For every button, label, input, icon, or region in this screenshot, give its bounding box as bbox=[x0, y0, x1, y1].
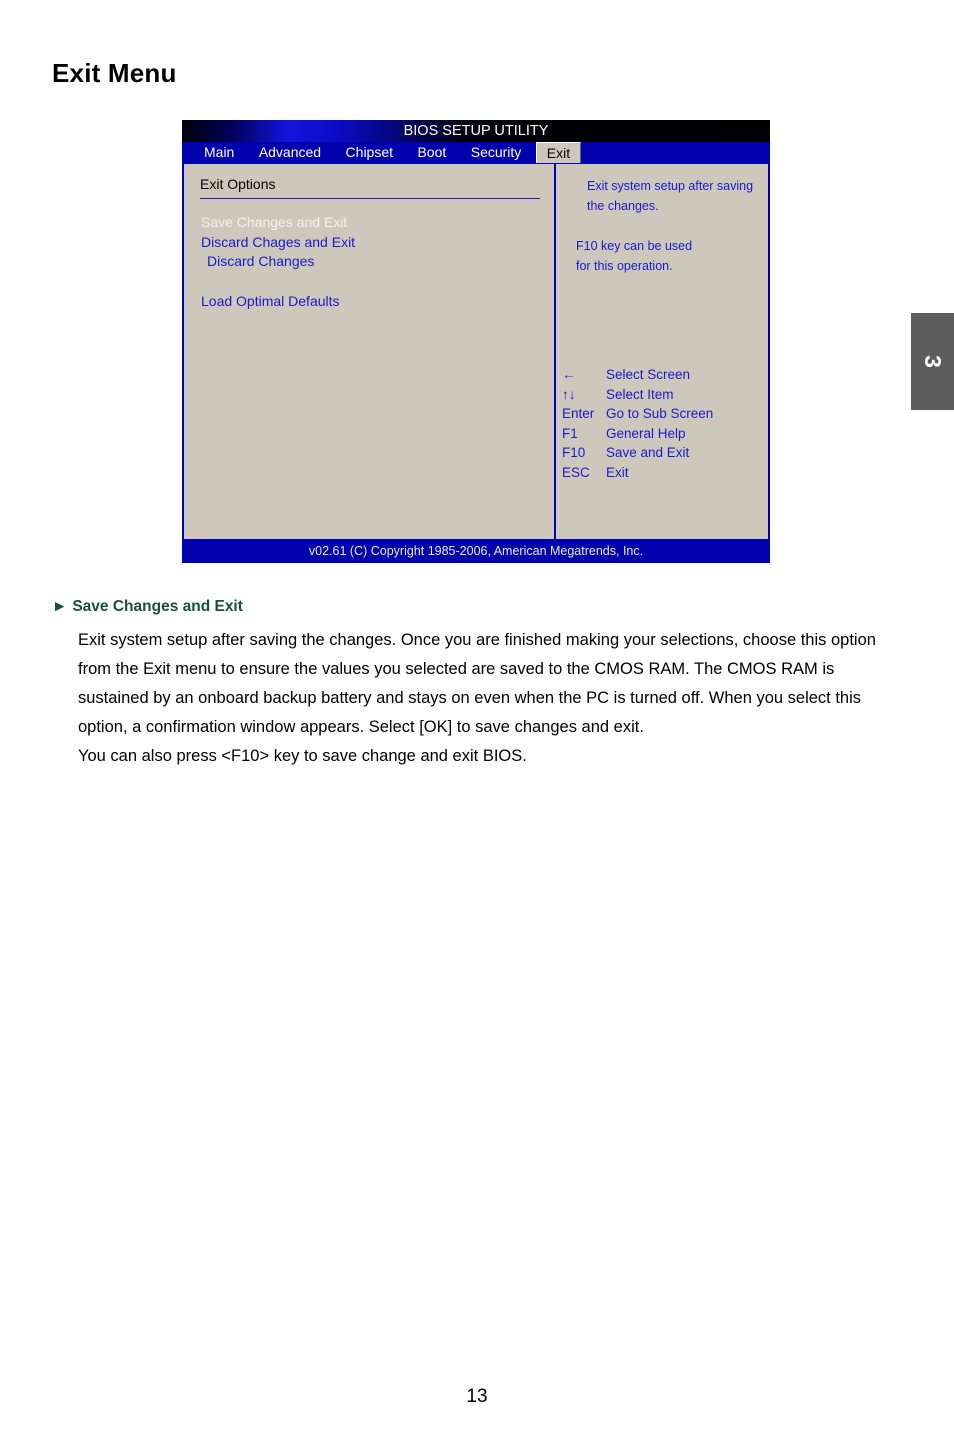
body-copy: Exit system setup after saving the chang… bbox=[78, 626, 896, 771]
page-number: 13 bbox=[466, 1386, 488, 1407]
exit-options-header: Exit Options bbox=[200, 176, 276, 192]
bios-setup-screenshot: BIOS SETUP UTILITY Main Advanced Chipset… bbox=[182, 120, 770, 563]
paragraph-2: You can also press <F10> key to save cha… bbox=[78, 747, 527, 765]
options-spacer bbox=[200, 272, 554, 292]
bios-tab-main[interactable]: Main bbox=[194, 142, 244, 163]
paragraph-1: Exit system setup after saving the chang… bbox=[78, 631, 876, 736]
key-arrow-updown-icon: ↑↓ bbox=[562, 386, 576, 402]
key-enter-label: Enter bbox=[562, 406, 595, 422]
bios-menu-bar: Main Advanced Chipset Boot Security Exit bbox=[182, 142, 770, 163]
help-line-4: for this operation. bbox=[576, 259, 673, 273]
key-esc-label: ESC bbox=[562, 464, 590, 480]
bios-options-panel: Exit Options Save Changes and Exit Disca… bbox=[184, 164, 556, 539]
key-action-go-to-sub-screen: Go to Sub Screen bbox=[606, 406, 714, 422]
option-discard-changes[interactable]: Discard Changes bbox=[200, 252, 554, 272]
key-legend-row-esc: ESC Exit bbox=[556, 463, 768, 483]
chapter-tab: 3 bbox=[911, 313, 954, 410]
bios-footer-copyright: v02.61 (C) Copyright 1985-2006, American… bbox=[182, 541, 770, 562]
key-arrow-left-icon: ← bbox=[562, 367, 576, 382]
key-legend-row-f10: F10 Save and Exit bbox=[556, 443, 768, 463]
key-action-save-and-exit: Save and Exit bbox=[606, 445, 690, 461]
option-save-changes-and-exit[interactable]: Save Changes and Exit bbox=[200, 213, 554, 233]
help-line-2: the changes. bbox=[587, 199, 659, 213]
key-action-exit: Exit bbox=[606, 464, 629, 480]
key-legend-row-select-item: ↑↓ Select Item bbox=[556, 385, 768, 405]
key-legend-row-f1: F1 General Help bbox=[556, 424, 768, 444]
bios-title-bar: BIOS SETUP UTILITY bbox=[182, 120, 770, 142]
help-text-block: Exit system setup after saving the chang… bbox=[556, 176, 768, 276]
chapter-tab-number: 3 bbox=[920, 355, 946, 368]
option-load-optimal-defaults[interactable]: Load Optimal Defaults bbox=[200, 292, 554, 312]
bios-help-panel: Exit system setup after saving the chang… bbox=[556, 164, 768, 539]
key-legend-row-select-screen: ← Select Screen bbox=[556, 365, 768, 385]
key-action-select-screen: Select Screen bbox=[606, 367, 691, 382]
key-action-general-help: General Help bbox=[606, 425, 686, 441]
help-spacer bbox=[576, 216, 768, 236]
bios-tab-security[interactable]: Security bbox=[461, 142, 532, 163]
bios-tab-exit[interactable]: Exit bbox=[535, 142, 582, 163]
key-action-select-item: Select Item bbox=[606, 386, 674, 402]
help-line-1: Exit system setup after saving bbox=[587, 179, 754, 193]
panel-divider-rule bbox=[200, 198, 540, 199]
help-line-3: F10 key can be used bbox=[576, 239, 693, 253]
key-f10-label: F10 bbox=[562, 445, 586, 461]
key-f1-label: F1 bbox=[562, 425, 578, 441]
page-title: Exit Menu bbox=[52, 58, 177, 88]
section-heading: ► Save Changes and Exit bbox=[52, 598, 243, 616]
key-legend-row-enter: Enter Go to Sub Screen bbox=[556, 404, 768, 424]
bios-tab-boot[interactable]: Boot bbox=[407, 142, 456, 163]
bios-body: Exit Options Save Changes and Exit Disca… bbox=[182, 163, 770, 541]
bios-tab-advanced[interactable]: Advanced bbox=[249, 142, 331, 163]
bios-tab-chipset[interactable]: Chipset bbox=[336, 142, 403, 163]
section-heading-label: Save Changes and Exit bbox=[72, 598, 243, 615]
bullet-arrow-icon: ► bbox=[52, 598, 68, 615]
key-legend: ← Select Screen ↑↓ Select Item Enter Go to … bbox=[556, 365, 768, 483]
option-discard-changes-and-exit[interactable]: Discard Chages and Exit bbox=[200, 233, 554, 253]
